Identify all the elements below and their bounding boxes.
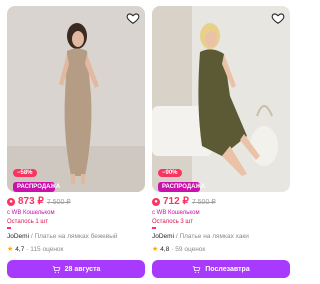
sale-badge: РАСПРОДАЖА xyxy=(158,182,205,192)
product-title[interactable]: JoDemi / Платье на лямках хаки xyxy=(152,233,290,240)
rating: ★ 4,8 · 59 оценок xyxy=(152,245,206,254)
sale-badge: РАСПРОДАЖА xyxy=(13,182,60,192)
stock-note: Осталось 1 шт xyxy=(7,219,48,225)
star-icon: ★ xyxy=(7,246,14,253)
product-card[interactable]: −58% РАСПРОДАЖА ● 873 ₽ 7 500 ₽ с WB Кош… xyxy=(7,6,145,278)
rating-value: 4,7 xyxy=(15,245,25,253)
product-title[interactable]: JoDemi / Платье на лямках бежевый xyxy=(7,233,145,240)
brand-name: JoDemi xyxy=(7,233,30,240)
old-price: 7 500 ₽ xyxy=(191,198,216,206)
product-name: Платье на лямках бежевый xyxy=(34,233,118,240)
badges: −90% РАСПРОДАЖА xyxy=(158,161,205,192)
heart-icon[interactable] xyxy=(271,11,285,25)
heart-icon[interactable] xyxy=(126,11,140,25)
price: 873 ₽ xyxy=(18,196,44,207)
rating-value: 4,8 xyxy=(160,245,170,253)
brand-name: JoDemi xyxy=(152,233,175,240)
add-to-cart-button[interactable]: 28 августа xyxy=(7,260,145,278)
rating: ★ 4,7 · 115 оценок xyxy=(7,245,64,254)
cart-icon xyxy=(192,265,201,273)
price: 712 ₽ xyxy=(163,196,189,207)
add-to-cart-button[interactable]: Послезавтра xyxy=(152,260,290,278)
wallet-note: с WB Кошельком xyxy=(152,210,200,216)
reviews-count: · 115 оценок xyxy=(26,245,64,253)
wb-logo-icon: ● xyxy=(152,197,160,206)
price-row: ● 873 ₽ 7 500 ₽ xyxy=(7,196,71,207)
product-card[interactable]: −90% РАСПРОДАЖА ● 712 ₽ 7 500 ₽ с WB Кош… xyxy=(152,6,290,278)
star-icon: ★ xyxy=(152,246,159,253)
product-photo[interactable]: −90% РАСПРОДАЖА xyxy=(152,6,290,192)
discount-badge: −90% xyxy=(158,169,182,177)
reviews-count: · 59 оценок xyxy=(171,245,206,253)
product-photo[interactable]: −58% РАСПРОДАЖА xyxy=(7,6,145,192)
stock-indicator xyxy=(7,227,11,229)
price-row: ● 712 ₽ 7 500 ₽ xyxy=(152,196,216,207)
button-label: 28 августа xyxy=(64,265,101,273)
wallet-note: с WB Кошельком xyxy=(7,210,55,216)
badges: −58% РАСПРОДАЖА xyxy=(13,161,60,192)
cart-icon xyxy=(52,265,60,273)
product-name: Платье на лямках хаки xyxy=(179,233,249,240)
discount-badge: −58% xyxy=(13,169,37,177)
button-label: Послезавтра xyxy=(205,265,250,273)
old-price: 7 500 ₽ xyxy=(46,198,71,206)
stock-indicator xyxy=(152,227,156,229)
stock-note: Осталось 3 шт xyxy=(152,219,193,225)
wb-logo-icon: ● xyxy=(7,197,15,206)
